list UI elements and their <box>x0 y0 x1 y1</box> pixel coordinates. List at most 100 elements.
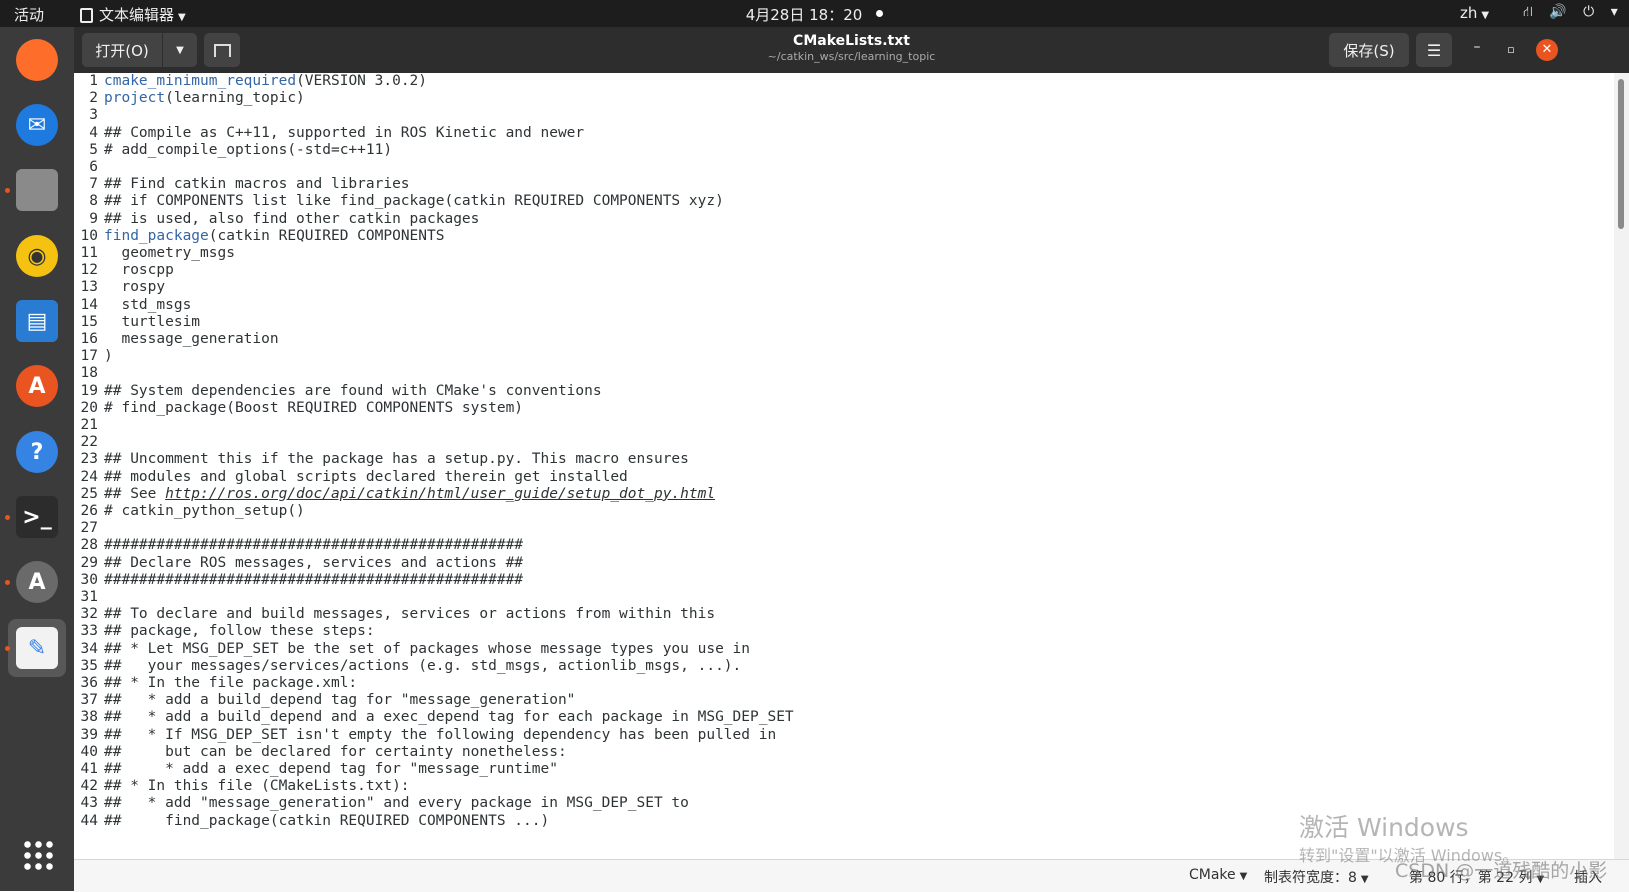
code-line[interactable]: 2 project(learning_topic) <box>74 89 305 107</box>
line-number: 14 <box>80 296 98 313</box>
minimize-button[interactable]: – <box>1466 39 1488 61</box>
dock-item-firefox[interactable] <box>8 31 66 89</box>
code-line[interactable]: 39 ## * If MSG_DEP_SET isn't empty the fo… <box>74 726 777 744</box>
code-line[interactable]: 11 geometry_msgs <box>74 244 235 262</box>
hamburger-menu-button[interactable]: ☰ <box>1416 33 1452 67</box>
line-number: 27 <box>80 520 98 537</box>
code-line[interactable]: 30 ######################################… <box>74 571 524 589</box>
code-line[interactable]: 17) <box>74 347 113 365</box>
line-number: 4 <box>89 124 98 141</box>
dock-item-thunderbird[interactable]: ✉ <box>8 96 66 154</box>
dock-item-rhythmbox[interactable]: ◉ <box>8 227 66 285</box>
code-text: ## Find catkin macros and libraries <box>104 176 410 193</box>
code-line[interactable]: 35 ## your messages/services/actions (e.g… <box>74 657 742 675</box>
code-text: roscpp <box>104 262 174 279</box>
code-line[interactable]: 28 ######################################… <box>74 536 524 554</box>
running-indicator <box>5 188 10 193</box>
clock[interactable]: 4月28日 18：20 <box>0 4 1629 25</box>
code-line[interactable]: 5 # add_compile_options(-std=c++11) <box>74 141 392 159</box>
code-line[interactable]: 20 # find_package(Boost REQUIRED COMPONEN… <box>74 399 524 417</box>
close-button[interactable]: ✕ <box>1536 39 1558 61</box>
code-line[interactable]: 29 ## Declare ROS messages, services and … <box>74 554 524 572</box>
system-menu-icons[interactable]: ⛙ 🔊 ⏻ ▾ <box>1523 4 1624 22</box>
line-number: 30 <box>80 571 98 588</box>
code-line[interactable]: 40 ## but can be declared for certainty n… <box>74 743 567 761</box>
code-text: ## find_package(catkin REQUIRED COMPONEN… <box>104 812 550 829</box>
dock-item-ubuntu-software[interactable]: A <box>8 357 66 415</box>
code-line[interactable]: 16 message_generation <box>74 330 279 348</box>
code-line[interactable]: 19 ## System dependencies are found with … <box>74 382 602 400</box>
cmake-command: project <box>104 90 166 107</box>
code-line[interactable]: 13 rospy <box>74 278 166 296</box>
line-number: 13 <box>80 279 98 296</box>
code-text: (catkin REQUIRED COMPONENTS <box>208 227 445 244</box>
line-number: 21 <box>80 417 98 433</box>
code-text: ## * add a build_depend tag for "message… <box>104 692 576 709</box>
code-line[interactable]: 33 ## package, follow these steps: <box>74 622 375 640</box>
code-line[interactable]: 9 ## is used, also find other catkin pack… <box>74 210 479 228</box>
input-method-indicator[interactable]: zh ▼ <box>1460 4 1489 22</box>
code-line[interactable]: 15 turtlesim <box>74 313 201 331</box>
code-line[interactable]: 12 roscpp <box>74 261 174 279</box>
code-line[interactable]: 25 ## See http://ros.org/doc/api/catkin/h… <box>74 485 716 503</box>
code-line[interactable]: 14 std_msgs <box>74 296 192 314</box>
code-text: ## package, follow these steps: <box>104 623 375 640</box>
dock-item-libreoffice-writer[interactable]: ▤ <box>8 292 66 350</box>
line-number: 22 <box>80 434 98 451</box>
line-number: 43 <box>80 795 98 812</box>
code-line[interactable]: 21 <box>74 416 104 434</box>
code-text: (learning_topic) <box>165 90 305 107</box>
chevron-down-icon: ▼ <box>1239 871 1248 882</box>
scrollbar-thumb[interactable] <box>1618 79 1624 229</box>
help-icon: ? <box>16 431 58 473</box>
code-line[interactable]: 23 ## Uncomment this if the package has a… <box>74 450 689 468</box>
code-text: ## * In the file package.xml: <box>104 675 358 691</box>
code-line[interactable]: 44 ## find_package(catkin REQUIRED COMPON… <box>74 812 550 830</box>
code-line[interactable]: 3 <box>74 106 104 124</box>
code-line[interactable]: 34 ## * Let MSG_DEP_SET be the set of pac… <box>74 640 750 658</box>
dock-item-help[interactable]: ? <box>8 423 66 481</box>
line-number: 19 <box>80 382 98 399</box>
code-line[interactable]: 8 ## if COMPONENTS list like find_package… <box>74 192 724 210</box>
dock-item-files[interactable] <box>5 161 66 219</box>
clock-label: 4月28日 18：20 <box>745 6 863 24</box>
code-line[interactable]: 31 <box>74 588 104 606</box>
code-line[interactable]: 18 <box>74 364 104 382</box>
code-line[interactable]: 43 ## * add "message_generation" and ever… <box>74 794 689 812</box>
code-line[interactable]: 4 ## Compile as C++11, supported in ROS K… <box>74 124 584 142</box>
code-line[interactable]: 27 <box>74 519 104 537</box>
code-line[interactable]: 36 ## * In the file package.xml: <box>74 674 358 692</box>
language-selector[interactable]: CMake ▼ <box>1189 867 1247 883</box>
line-number: 37 <box>80 692 98 709</box>
code-line[interactable]: 41 ## * add a exec_depend tag for "messag… <box>74 760 558 778</box>
code-line[interactable]: 6 <box>74 158 104 176</box>
code-line[interactable]: 42 ## * In this file (CMakeLists.txt): <box>74 777 410 795</box>
code-line[interactable]: 32 ## To declare and build messages, serv… <box>74 605 716 623</box>
code-line[interactable]: 37 ## * add a build_depend tag for "messa… <box>74 691 576 709</box>
show-applications-icon[interactable] <box>22 839 54 871</box>
maximize-button[interactable]: ▫ <box>1500 39 1522 61</box>
dock-item-text-editor[interactable]: ✎ <box>5 619 66 677</box>
line-number: 40 <box>80 743 98 760</box>
code-line[interactable]: 26 # catkin_python_setup() <box>74 502 305 520</box>
vertical-scrollbar[interactable] <box>1614 73 1629 859</box>
code-line[interactable]: 1 cmake_minimum_required(VERSION 3.0.2) <box>74 73 427 90</box>
cmake-command: cmake_minimum_required <box>104 73 297 89</box>
code-text: ## * In this file (CMakeLists.txt): <box>104 778 410 795</box>
dock-item-software-updater[interactable]: A <box>5 553 66 611</box>
code-line[interactable]: 22 <box>74 433 104 451</box>
code-line[interactable]: 7 ## Find catkin macros and libraries <box>74 175 410 193</box>
code-url-link[interactable]: http://ros.org/doc/api/catkin/html/user_… <box>165 486 715 502</box>
firefox-icon <box>16 39 58 81</box>
line-number: 20 <box>80 399 98 416</box>
code-line[interactable]: 10 find_package(catkin REQUIRED COMPONENT… <box>74 227 445 245</box>
tab-width-selector[interactable]: 制表符宽度：8 ▼ <box>1264 867 1369 887</box>
code-line[interactable]: 38 ## * add a build_depend and a exec_dep… <box>74 708 794 726</box>
save-button[interactable]: 保存(S) <box>1329 33 1409 67</box>
software-updater-icon: A <box>16 561 58 603</box>
text-editor-area[interactable]: 1 cmake_minimum_required(VERSION 3.0.2) 2 p… <box>74 73 1614 859</box>
dock-item-terminal[interactable]: >_ <box>5 488 66 546</box>
code-line[interactable]: 24 ## modules and global scripts declared… <box>74 468 628 486</box>
libreoffice-writer-icon: ▤ <box>16 300 58 342</box>
line-number: 15 <box>80 313 98 330</box>
